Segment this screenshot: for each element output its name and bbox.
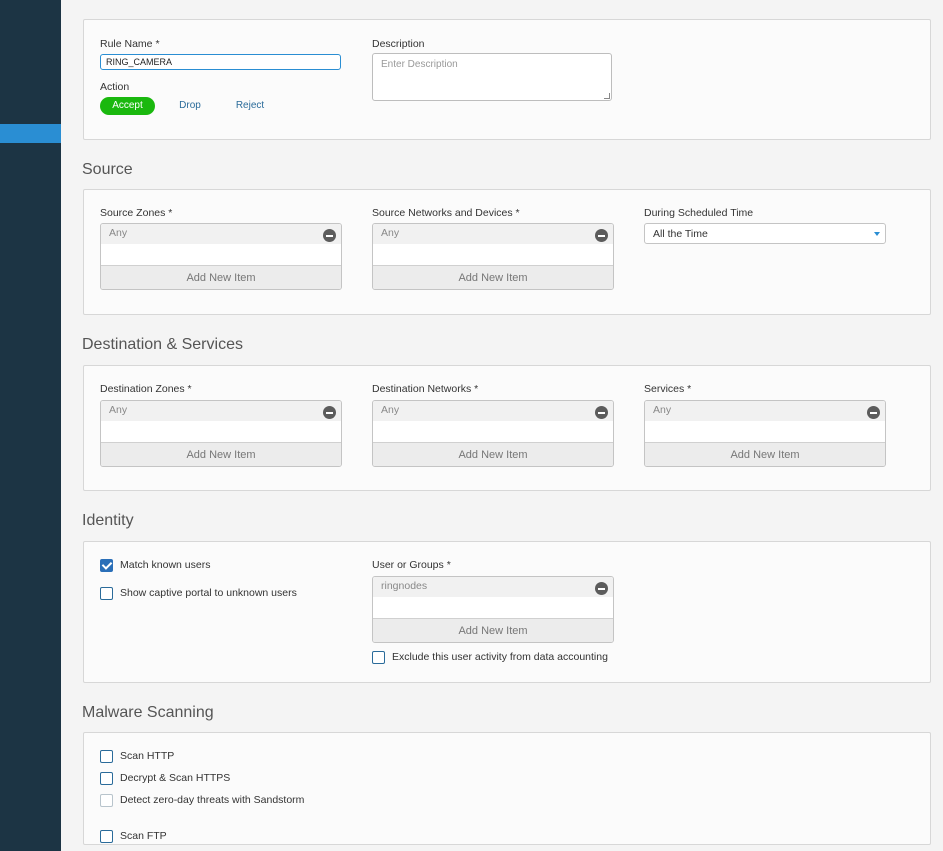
services-label: Services *: [644, 383, 692, 395]
exclude-data-accounting-checkbox[interactable]: [372, 651, 385, 664]
source-networks-value: Any: [381, 227, 400, 239]
match-known-users-checkbox[interactable]: [100, 559, 113, 572]
remove-icon[interactable]: [595, 229, 608, 242]
left-sidebar: r ties ention eat n ces vices n ware: [0, 0, 61, 851]
zero-day-checkbox[interactable]: [100, 794, 113, 807]
captive-portal-label: Show captive portal to unknown users: [120, 587, 297, 599]
decrypt-https-label: Decrypt & Scan HTTPS: [120, 772, 231, 784]
destination-zones-picker: Any Add New Item: [100, 400, 342, 467]
remove-icon[interactable]: [595, 406, 608, 419]
add-new-item-button[interactable]: Add New Item: [373, 618, 613, 642]
source-networks-picker: Any Add New Item: [372, 223, 614, 290]
sidebar-active-item[interactable]: [0, 124, 61, 143]
remove-icon[interactable]: [323, 229, 336, 242]
add-new-item-button[interactable]: Add New Item: [101, 265, 341, 289]
users-groups-picker: ringnodes Add New Item: [372, 576, 614, 643]
source-networks-label: Source Networks and Devices *: [372, 207, 520, 219]
scan-http-checkbox[interactable]: [100, 750, 113, 763]
source-card: Source Zones * Any Add New Item Source N…: [83, 189, 931, 315]
schedule-label: During Scheduled Time: [644, 207, 754, 219]
action-label: Action: [100, 81, 130, 93]
scan-ftp-checkbox[interactable]: [100, 830, 113, 843]
general-card: Rule Name * RING_CAMERA Action Accept Dr…: [83, 19, 931, 140]
services-selected-row: [645, 401, 885, 421]
destination-section-title: Destination & Services: [82, 336, 243, 353]
action-drop-button[interactable]: Drop: [172, 97, 208, 115]
destination-networks-selected-row: [373, 401, 613, 421]
description-placeholder: Enter Description: [381, 59, 458, 70]
add-new-item-button[interactable]: Add New Item: [373, 442, 613, 466]
action-reject-button[interactable]: Reject: [230, 97, 270, 115]
resize-handle-icon[interactable]: [604, 93, 610, 99]
schedule-select[interactable]: All the Time: [644, 223, 886, 244]
description-label: Description: [372, 38, 425, 50]
destination-networks-value: Any: [381, 404, 400, 416]
dropdown-caret-icon: [874, 232, 880, 236]
scan-http-label: Scan HTTP: [120, 750, 175, 762]
destination-zones-selected-row: [101, 401, 341, 421]
remove-icon[interactable]: [323, 406, 336, 419]
users-groups-value: ringnodes: [381, 580, 428, 592]
source-zones-value: Any: [109, 227, 128, 239]
malware-card: Scan HTTP Decrypt & Scan HTTPS Detect ze…: [83, 732, 931, 845]
destination-networks-picker: Any Add New Item: [372, 400, 614, 467]
destination-networks-label: Destination Networks *: [372, 383, 479, 395]
add-new-item-button[interactable]: Add New Item: [373, 265, 613, 289]
remove-icon[interactable]: [867, 406, 880, 419]
scan-ftp-label: Scan FTP: [120, 830, 167, 842]
identity-section-title: Identity: [82, 512, 134, 529]
source-zones-label: Source Zones *: [100, 207, 173, 219]
identity-card: Match known users Show captive portal to…: [83, 541, 931, 683]
action-accept-button[interactable]: Accept: [100, 97, 155, 115]
destination-card: Destination Zones * Any Add New Item Des…: [83, 365, 931, 491]
rule-form: Rule Name * RING_CAMERA Action Accept Dr…: [61, 0, 943, 851]
malware-section-title: Malware Scanning: [82, 704, 214, 721]
decrypt-https-checkbox[interactable]: [100, 772, 113, 785]
users-groups-label: User or Groups *: [372, 559, 451, 571]
source-section-title: Source: [82, 161, 133, 178]
schedule-value: All the Time: [653, 228, 708, 240]
captive-portal-checkbox[interactable]: [100, 587, 113, 600]
source-zones-selected-row: [101, 224, 341, 244]
rule-name-label: Rule Name *: [100, 38, 160, 50]
match-known-users-label: Match known users: [120, 559, 211, 571]
destination-zones-value: Any: [109, 404, 128, 416]
services-picker: Any Add New Item: [644, 400, 886, 467]
destination-zones-label: Destination Zones *: [100, 383, 192, 395]
description-textarea[interactable]: Enter Description: [372, 53, 612, 101]
add-new-item-button[interactable]: Add New Item: [645, 442, 885, 466]
remove-icon[interactable]: [595, 582, 608, 595]
source-zones-picker: Any Add New Item: [100, 223, 342, 290]
zero-day-label: Detect zero-day threats with Sandstorm: [120, 794, 305, 806]
source-networks-selected-row: [373, 224, 613, 244]
services-value: Any: [653, 404, 672, 416]
rule-name-input[interactable]: RING_CAMERA: [100, 54, 341, 70]
exclude-data-accounting-label: Exclude this user activity from data acc…: [392, 651, 608, 663]
add-new-item-button[interactable]: Add New Item: [101, 442, 341, 466]
